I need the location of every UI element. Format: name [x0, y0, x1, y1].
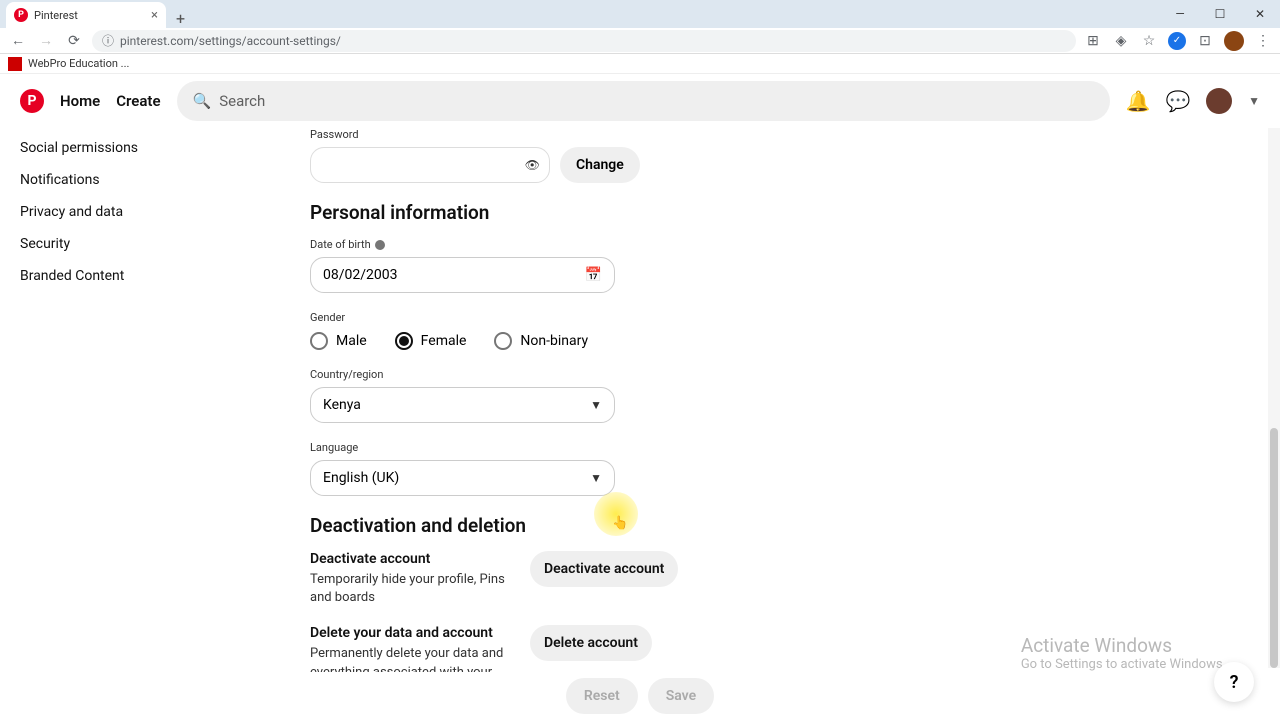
chevron-down-icon: ▼ [590, 398, 602, 412]
tab-bar: P Pinterest × + [0, 0, 1280, 28]
footer-actions: Reset Save [0, 672, 1280, 720]
language-label: Language [310, 441, 1260, 454]
menu-icon[interactable]: ⋮ [1254, 32, 1272, 50]
back-button[interactable]: ← [8, 31, 28, 51]
scrollbar-thumb[interactable] [1270, 428, 1278, 668]
extension-badge[interactable]: ✓ [1168, 32, 1186, 50]
show-password-icon[interactable]: 👁 [525, 158, 540, 172]
sidebar-item-social-permissions[interactable]: Social permissions [16, 132, 284, 164]
extension-icon[interactable]: ◈ [1112, 32, 1130, 50]
radio-icon [310, 332, 328, 350]
radio-selected-icon [395, 332, 413, 350]
windows-watermark: Activate Windows Go to Settings to activ… [1021, 634, 1226, 672]
browser-tab[interactable]: P Pinterest × [6, 2, 166, 28]
help-button[interactable]: ? [1214, 662, 1254, 702]
info-icon[interactable] [375, 240, 385, 250]
watermark-title: Activate Windows [1021, 634, 1226, 657]
sidebar-item-branded-content[interactable]: Branded Content [16, 260, 284, 292]
close-icon[interactable]: × [151, 8, 158, 23]
deactivate-account-button[interactable]: Deactivate account [530, 551, 678, 587]
maximize-button[interactable]: ☐ [1200, 0, 1240, 28]
gender-nonbinary-option[interactable]: Non-binary [494, 332, 588, 350]
close-window-button[interactable]: ✕ [1240, 0, 1280, 28]
chevron-down-icon: ▼ [590, 471, 602, 485]
personal-info-heading: Personal information [310, 201, 1260, 224]
new-tab-button[interactable]: + [166, 9, 195, 28]
account-menu-chevron[interactable]: ▼ [1248, 94, 1260, 108]
nav-home[interactable]: Home [60, 92, 100, 110]
bookmark-item[interactable]: WebPro Education ... [28, 57, 129, 70]
gender-label: Gender [310, 311, 1260, 324]
gender-male-option[interactable]: Male [310, 332, 367, 350]
dob-label: Date of birth [310, 238, 1260, 251]
address-bar: ← → ⟳ ⓘ pinterest.com/settings/account-s… [0, 28, 1280, 54]
browser-chrome: P Pinterest × + — ☐ ✕ ← → ⟳ ⓘ pinterest.… [0, 0, 1280, 54]
site-info-icon[interactable]: ⓘ [102, 32, 114, 49]
bookmark-bar: WebPro Education ... [0, 54, 1280, 74]
sidebar-item-notifications[interactable]: Notifications [16, 164, 284, 196]
url-text: pinterest.com/settings/account-settings/ [120, 34, 341, 48]
deactivate-desc: Temporarily hide your profile, Pins and … [310, 571, 510, 607]
bookmark-favicon [8, 57, 22, 71]
pinterest-logo[interactable]: P [20, 89, 44, 113]
language-value: English (UK) [323, 470, 399, 486]
search-input[interactable]: 🔍 Search [177, 81, 1111, 121]
bookmark-star-icon[interactable]: ☆ [1140, 32, 1158, 50]
minimize-button[interactable]: — [1160, 0, 1200, 28]
browser-profile-avatar[interactable] [1224, 31, 1244, 51]
deactivation-heading: Deactivation and deletion [310, 514, 1260, 537]
sidebar-item-privacy-data[interactable]: Privacy and data [16, 196, 284, 228]
watermark-subtitle: Go to Settings to activate Windows. [1021, 657, 1226, 672]
language-select[interactable]: English (UK) ▼ [310, 460, 615, 496]
reset-button[interactable]: Reset [566, 678, 638, 714]
save-button[interactable]: Save [648, 678, 714, 714]
forward-button[interactable]: → [36, 31, 56, 51]
search-placeholder: Search [219, 92, 265, 110]
scrollbar-track[interactable] [1268, 128, 1280, 668]
settings-content: Password 👁 Change Personal information D… [300, 128, 1280, 720]
gender-female-option[interactable]: Female [395, 332, 467, 350]
extensions-icon[interactable]: ⊡ [1196, 32, 1214, 50]
password-field[interactable] [310, 147, 550, 183]
app-header: P Home Create 🔍 Search 🔔 💬 ▼ [0, 74, 1280, 128]
dob-input[interactable]: 08/02/2003 📅 [310, 257, 615, 293]
country-label: Country/region [310, 368, 1260, 381]
main-content: Social permissions Notifications Privacy… [0, 128, 1280, 720]
window-controls: — ☐ ✕ [1160, 0, 1280, 28]
delete-title: Delete your data and account [310, 625, 510, 641]
install-icon[interactable]: ⊞ [1084, 32, 1102, 50]
tab-title: Pinterest [34, 9, 78, 22]
nav-create[interactable]: Create [116, 92, 160, 110]
search-icon: 🔍 [193, 92, 212, 110]
pinterest-favicon: P [14, 8, 28, 22]
notifications-icon[interactable]: 🔔 [1126, 89, 1150, 113]
calendar-icon: 📅 [585, 267, 602, 283]
change-password-button[interactable]: Change [560, 147, 640, 183]
url-field[interactable]: ⓘ pinterest.com/settings/account-setting… [92, 30, 1076, 52]
settings-sidebar: Social permissions Notifications Privacy… [0, 128, 300, 720]
user-avatar[interactable] [1206, 88, 1232, 114]
delete-account-button[interactable]: Delete account [530, 625, 652, 661]
country-select[interactable]: Kenya ▼ [310, 387, 615, 423]
password-label: Password [310, 128, 1260, 141]
dob-value: 08/02/2003 [323, 267, 398, 283]
radio-icon [494, 332, 512, 350]
sidebar-item-security[interactable]: Security [16, 228, 284, 260]
country-value: Kenya [323, 397, 361, 413]
deactivate-title: Deactivate account [310, 551, 510, 567]
reload-button[interactable]: ⟳ [64, 31, 84, 51]
gender-radio-group: Male Female Non-binary [310, 332, 1260, 350]
messages-icon[interactable]: 💬 [1166, 89, 1190, 113]
